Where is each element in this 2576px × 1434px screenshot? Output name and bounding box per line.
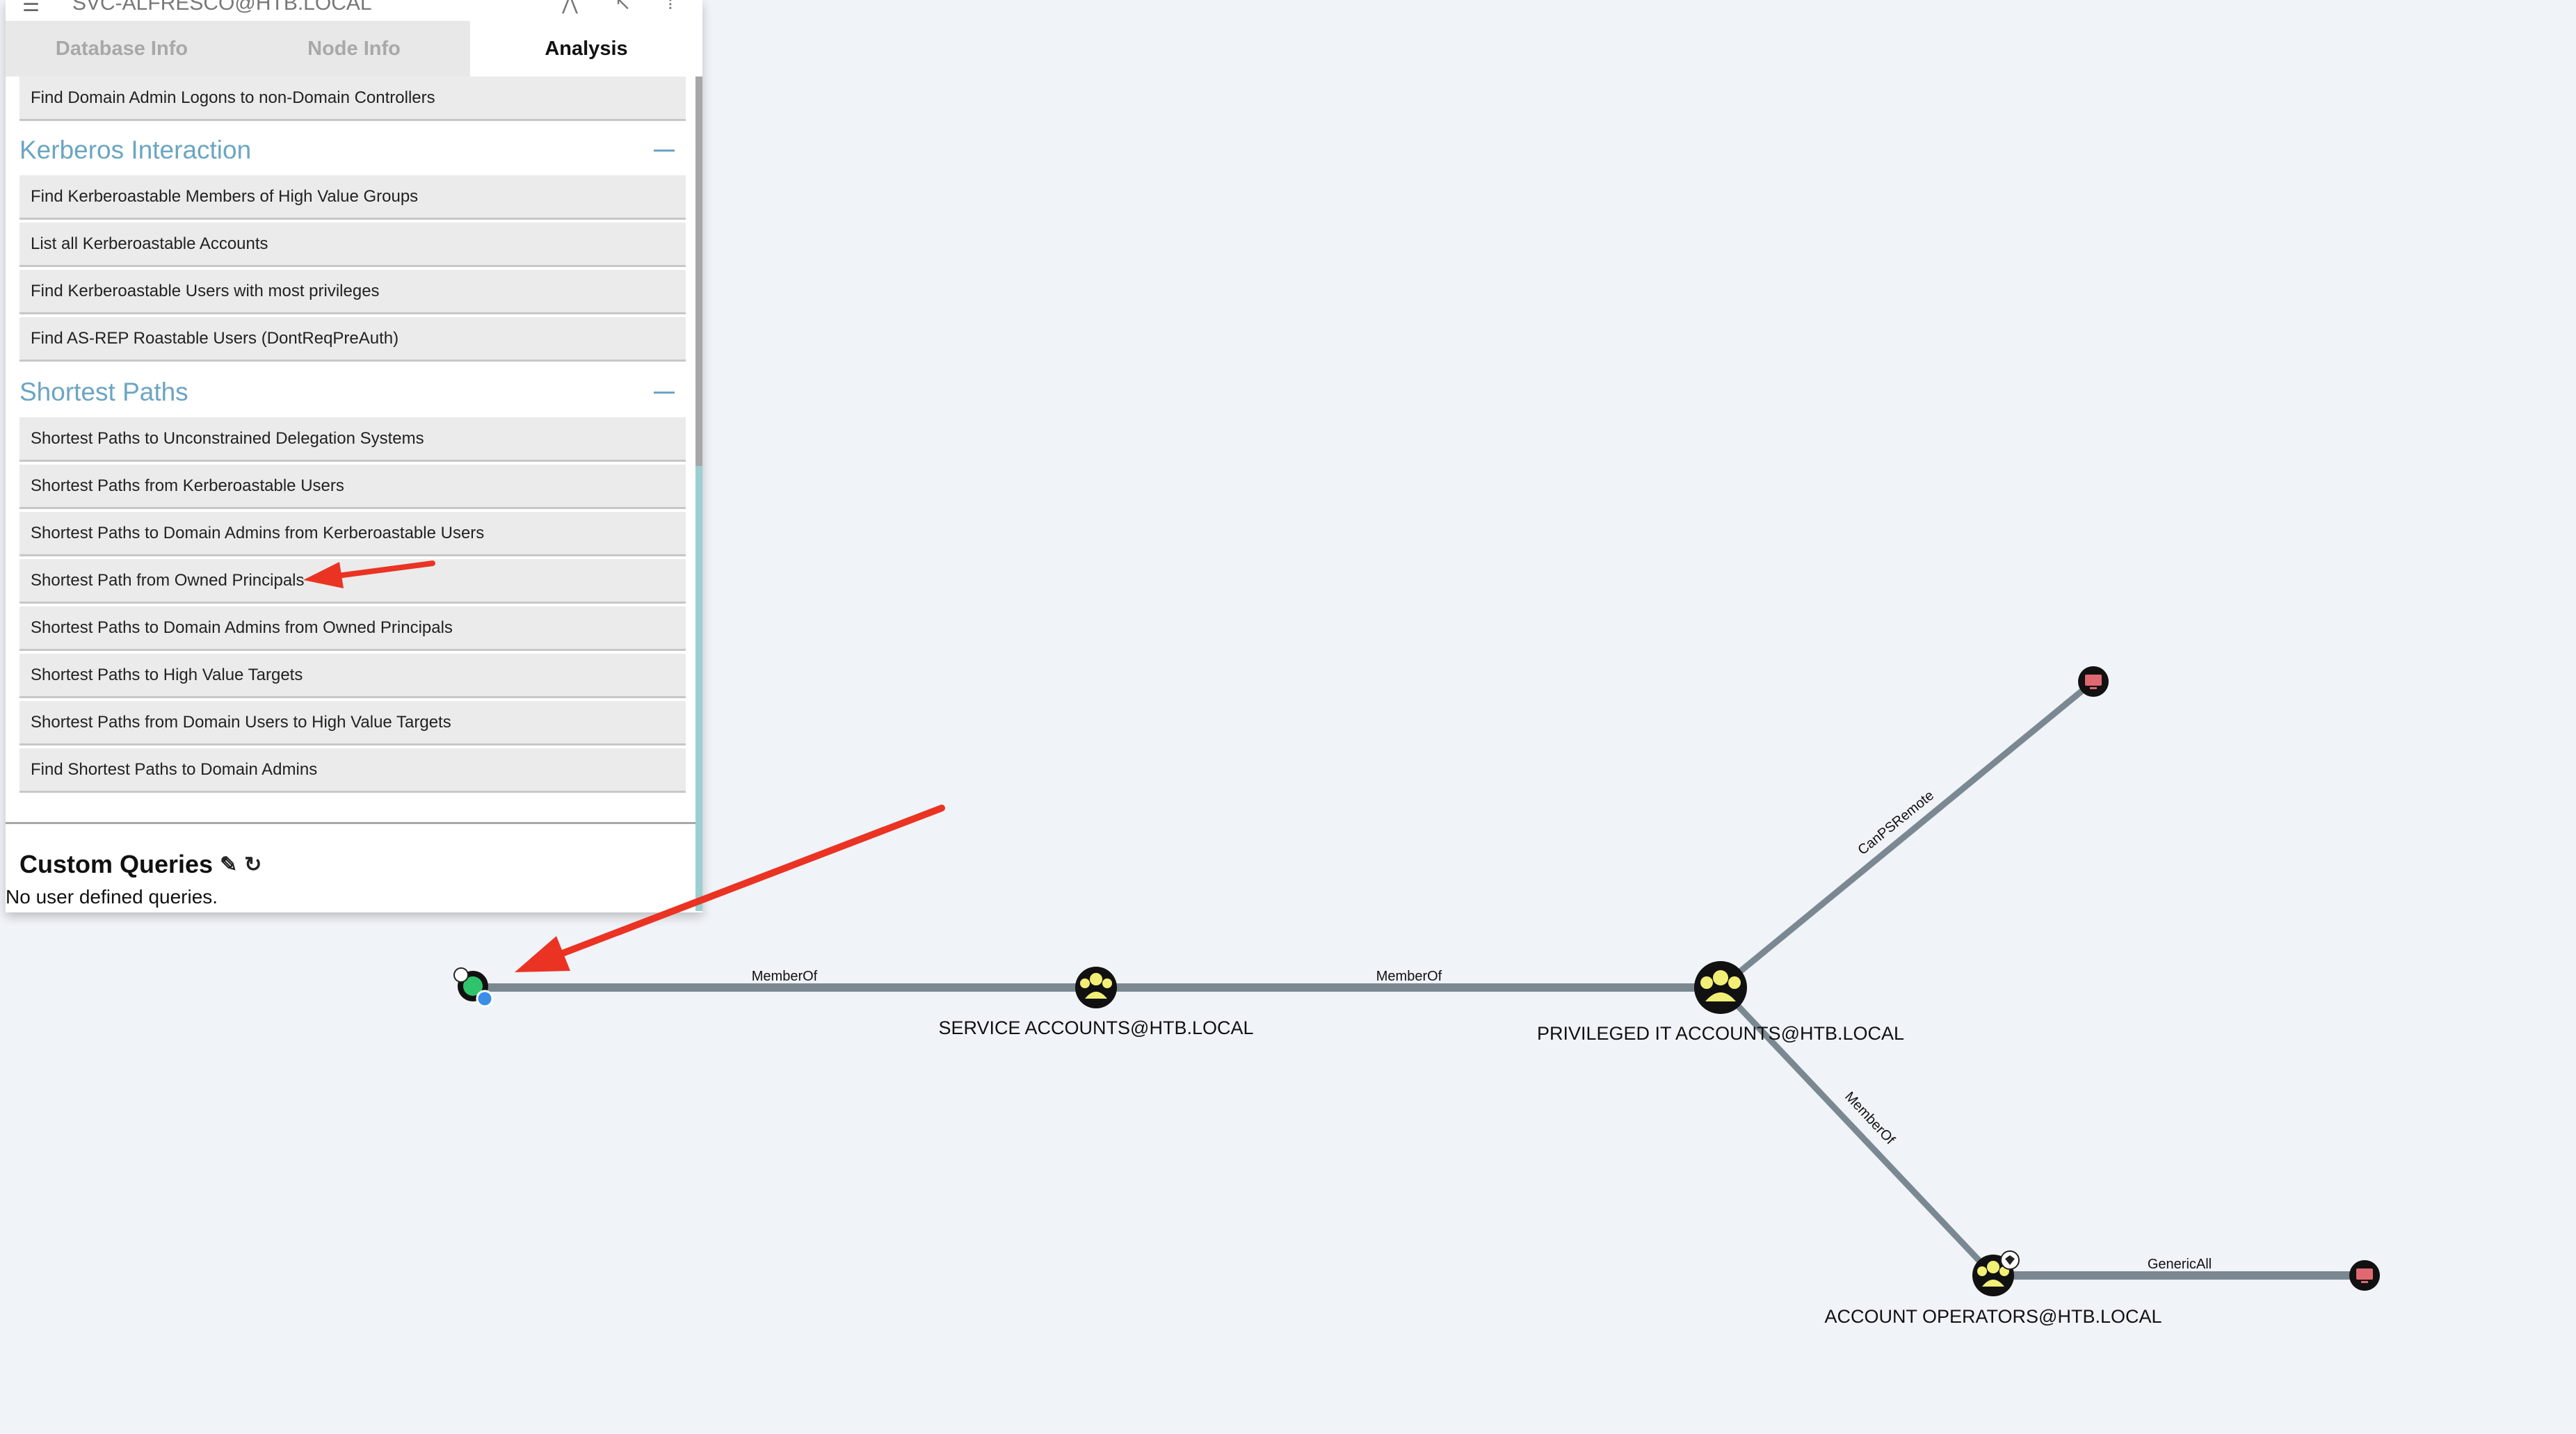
section-kerberos[interactable]: Kerberos Interaction [19,129,682,171]
refresh-icon[interactable]: ↻ [244,853,261,877]
left-panel: ☰ SVC-ALFRESCO@HTB.LOCAL ⋀ ↖ ⁞ Database … [6,0,702,912]
edge-label-e2: MemberOf [1376,969,1442,984]
owned-badge-icon [476,990,494,1008]
node-computer-1[interactable] [2078,666,2109,697]
edge-label-e5: GenericAll [2148,1257,2212,1272]
section-shortest-paths[interactable]: Shortest Paths [19,371,682,413]
node-computer-2[interactable] [2349,1260,2380,1291]
tab-bar: Database Info Node Info Analysis [6,21,702,76]
query-item[interactable]: Shortest Paths to Domain Admins from Ker… [19,512,686,556]
node-privileged-it[interactable]: PRIVILEGED IT ACCOUNTS@HTB.LOCAL [1537,961,1904,1044]
node-service-accounts[interactable]: SERVICE ACCOUNTS@HTB.LOCAL [938,967,1254,1038]
query-item[interactable]: Find Kerberoastable Users with most priv… [19,270,686,314]
tab-node-info[interactable]: Node Info [238,21,470,76]
filter-icon[interactable]: ⁞ [668,0,673,14]
tab-database-info[interactable]: Database Info [6,21,238,76]
query-item[interactable]: Find Kerberoastable Members of High Valu… [19,175,686,220]
query-item[interactable]: Find Domain Admin Logons to non-Domain C… [19,76,686,121]
section-title: Shortest Paths [19,378,188,406]
query-item[interactable]: Shortest Paths to Unconstrained Delegati… [19,417,686,462]
current-search-value[interactable]: SVC-ALFRESCO@HTB.LOCAL [72,0,372,15]
query-item-owned-principals[interactable]: Shortest Path from Owned Principals [19,559,686,604]
custom-queries-title: Custom Queries [19,850,214,878]
group-icon [1694,961,1747,1014]
analysis-query-list[interactable]: Find Domain Admin Logons to non-Domain C… [6,76,702,822]
node-label-privileged: PRIVILEGED IT ACCOUNTS@HTB.LOCAL [1537,1023,1904,1044]
pencil-icon[interactable]: ✎ [220,853,237,877]
menu-icon[interactable]: ☰ [22,0,40,16]
section-title: Kerberos Interaction [19,136,252,164]
edge-privileged-computer1[interactable] [1718,679,2095,990]
query-item[interactable]: Shortest Paths from Kerberoastable Users [19,465,686,509]
node-label-operators: ACCOUNT OPERATORS@HTB.LOCAL [1825,1306,2162,1327]
query-item[interactable]: List all Kerberoastable Accounts [19,223,686,267]
no-queries-text: No user defined queries. [6,886,218,908]
back-icon[interactable]: ↖ [615,0,631,15]
scrollbar-thumb[interactable] [695,76,702,466]
query-item[interactable]: Find AS-REP Roastable Users (DontReqPreA… [19,317,686,362]
pathfinding-icon[interactable]: ⋀ [562,0,578,15]
divider [6,822,695,824]
collapse-icon[interactable] [654,149,675,152]
node-label-service: SERVICE ACCOUNTS@HTB.LOCAL [938,1017,1253,1038]
edge-label-e1: MemberOf [752,969,818,984]
search-bar[interactable]: ☰ SVC-ALFRESCO@HTB.LOCAL ⋀ ↖ ⁞ [6,0,702,15]
collapse-icon[interactable] [654,391,675,394]
query-item[interactable]: Shortest Paths to Domain Admins from Own… [19,606,686,651]
tab-analysis[interactable]: Analysis [470,21,702,76]
node-account-operators[interactable]: ACCOUNT OPERATORS@HTB.LOCAL [1825,1250,2162,1327]
query-item[interactable]: Shortest Paths to High Value Targets [19,654,686,698]
query-item[interactable]: Shortest Paths from Domain Users to High… [19,701,686,746]
edge-label-e4: MemberOf [1842,1089,1898,1147]
node-user[interactable] [453,967,494,1008]
custom-queries-header: Custom Queries ✎ ↻ [19,850,261,879]
query-item[interactable]: Find Shortest Paths to Domain Admins [19,748,686,793]
